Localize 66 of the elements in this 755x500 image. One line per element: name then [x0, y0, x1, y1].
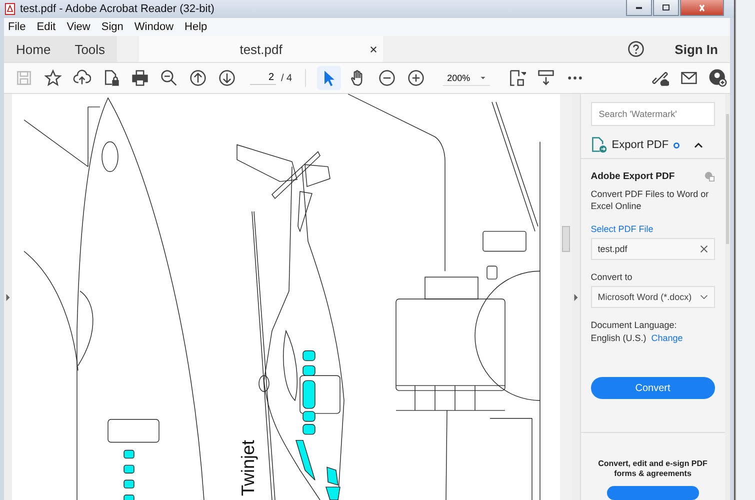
file-field[interactable]: test.pdf	[590, 238, 715, 260]
menu-item[interactable]: Sign	[101, 21, 124, 33]
arrow-up-icon[interactable]	[189, 69, 207, 87]
status-dot-icon	[672, 142, 680, 148]
minimize-icon	[636, 6, 642, 8]
link-icon[interactable]	[651, 69, 669, 87]
section-heading: Adobe Export PDF	[590, 171, 675, 182]
field-label: Document Language:	[590, 320, 678, 330]
clear-icon[interactable]	[700, 245, 708, 254]
tab[interactable]: Tools	[62, 36, 118, 62]
copy-icon	[704, 171, 715, 182]
star-icon[interactable]	[44, 69, 62, 87]
page-fit-icon[interactable]	[508, 69, 526, 87]
sign-in-button[interactable]: Sign In	[662, 36, 730, 62]
select-tool-button[interactable]	[317, 66, 342, 90]
promo-text: Convert, edit and e-sign PDF forms & agreements	[597, 459, 708, 480]
format-dropdown[interactable]: Microsoft Word (*.docx)	[590, 286, 715, 308]
plus-circle-icon[interactable]	[407, 69, 426, 87]
menu-item[interactable]: Edit	[36, 21, 56, 33]
chevron-icon[interactable]	[694, 142, 703, 148]
menu-item[interactable]: View	[66, 21, 90, 33]
help-icon[interactable]	[626, 40, 645, 58]
collapse-arrow-icon	[574, 294, 578, 300]
menu-item[interactable]: File	[8, 21, 26, 33]
minimize-button[interactable]	[626, 0, 652, 16]
window-title: test.pdf - Adobe Acrobat Reader (32-bit)	[20, 3, 214, 15]
minus-circle-icon[interactable]	[378, 69, 396, 87]
select-file-link[interactable]: Select PDF File	[590, 224, 715, 234]
caret-icon	[480, 76, 486, 80]
menu-item[interactable]: Window	[134, 21, 174, 33]
pdf-file-icon	[5, 3, 15, 15]
panel-title: Export PDF	[612, 139, 669, 151]
description-text: Convert PDF Files to Word or Excel Online	[590, 188, 710, 212]
locked-file-icon[interactable]	[102, 69, 120, 87]
close-button[interactable]	[680, 0, 724, 16]
mail-icon[interactable]	[680, 69, 698, 87]
change-link[interactable]: Change	[651, 333, 683, 344]
drawing-label: Twinjet	[238, 440, 259, 496]
maximize-button[interactable]	[653, 0, 679, 16]
arrow-down-icon[interactable]	[218, 69, 236, 87]
left-pane-toggle[interactable]	[4, 94, 12, 500]
tab[interactable]: test.pdf	[139, 36, 384, 62]
search-field[interactable]: Search 'Watermark'	[590, 102, 715, 126]
cloud-upload-icon[interactable]	[73, 69, 91, 87]
printer-icon[interactable]	[131, 69, 149, 87]
scrollbar[interactable]	[724, 94, 730, 500]
chevron-down-icon	[700, 293, 708, 302]
promo-button[interactable]	[606, 486, 699, 500]
language-value: English (U.S.)	[590, 333, 646, 344]
close-icon	[697, 4, 707, 12]
convert-button[interactable]: Convert	[590, 377, 715, 400]
tab[interactable]: Home	[4, 36, 63, 62]
export-pdf-header[interactable]: Export PDF	[580, 132, 725, 159]
zoom-out-icon[interactable]	[160, 69, 178, 87]
page-count: / 4	[281, 72, 292, 84]
close-icon[interactable]	[370, 46, 378, 53]
add-user-icon[interactable]	[709, 69, 727, 87]
export-file-icon	[590, 136, 608, 154]
page-number-field[interactable]: 2	[250, 71, 276, 85]
scroll-icon[interactable]	[537, 69, 556, 87]
scrollbar[interactable]	[560, 94, 572, 500]
field-label: Convert to	[590, 272, 634, 282]
menu-item[interactable]: Help	[184, 21, 208, 33]
maximize-icon	[661, 4, 671, 12]
zoom-dropdown[interactable]: 200%	[443, 70, 490, 86]
expand-arrow-icon	[6, 294, 10, 300]
